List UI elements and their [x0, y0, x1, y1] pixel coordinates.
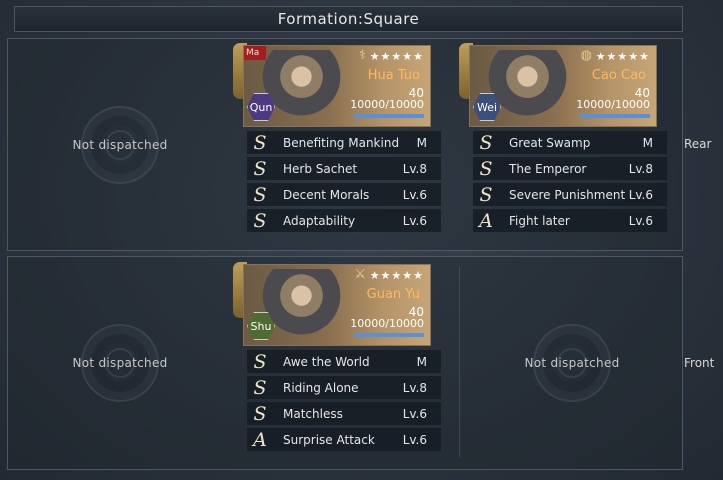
- troop-bar: [354, 114, 424, 118]
- skill-level: Lv.6: [628, 213, 653, 228]
- skill-name: Great Swamp: [509, 135, 591, 150]
- star-rating: ★★★★★: [369, 50, 424, 63]
- hero-name: Hua Tuo: [367, 68, 420, 83]
- troop-bar: [580, 114, 650, 118]
- skill-name: Adaptability: [283, 213, 356, 228]
- seal-badge: Ma: [244, 46, 266, 60]
- star-rating: ★★★★★: [595, 50, 650, 63]
- skill-level: Lv.6: [628, 187, 653, 202]
- hero-card-guan-yu[interactable]: ⚔ ★★★★★ Guan Yu 40 10000/10000 Shu S Awe …: [233, 262, 441, 462]
- skill-grade: S: [479, 131, 493, 154]
- skill-name: Decent Morals: [283, 187, 370, 202]
- rear-row-panel: Not dispatched Ma ⚕ ★★★★★ Hua Tuo 40 100…: [7, 38, 683, 251]
- skill-name: The Emperor: [509, 161, 587, 176]
- skill-grade: A: [479, 209, 493, 232]
- skill-name: Matchless: [283, 406, 343, 421]
- hero-troops: 10000/10000: [576, 98, 650, 111]
- skill-row[interactable]: S Herb Sachet Lv.8: [247, 157, 441, 180]
- skill-grade: S: [479, 157, 493, 180]
- skill-grade: S: [253, 376, 267, 399]
- skill-name: Benefiting Mankind: [283, 135, 400, 150]
- hero-portrait: ◍ ★★★★★ Cao Cao 40 10000/10000: [469, 45, 657, 127]
- hero-troops: 10000/10000: [350, 98, 424, 111]
- skill-level: Lv.6: [402, 406, 427, 421]
- star-rating: ★★★★★: [369, 269, 424, 282]
- skill-name: Fight later: [509, 213, 570, 228]
- front-row-panel: Not dispatched ⚔ ★★★★★ Guan Yu 40 10000/…: [7, 256, 683, 470]
- skill-row[interactable]: S Awe the World M: [247, 350, 441, 373]
- skill-list: S Benefiting Mankind M S Herb Sachet Lv.8 S D…: [247, 131, 441, 235]
- skill-level: Lv.8: [402, 161, 427, 176]
- skill-row[interactable]: S Benefiting Mankind M: [247, 131, 441, 154]
- skill-grade: S: [253, 402, 267, 425]
- empty-slot-front-left[interactable]: Not dispatched: [8, 257, 232, 468]
- skill-level: Lv.6: [402, 187, 427, 202]
- skill-level: Lv.8: [402, 380, 427, 395]
- empty-slot-rear-left[interactable]: Not dispatched: [8, 39, 232, 250]
- skill-list: S Awe the World M S Riding Alone Lv.8 S Match…: [247, 350, 441, 454]
- troop-bar-fill: [354, 114, 424, 118]
- skill-name: Herb Sachet: [283, 161, 358, 176]
- hero-troops: 10000/10000: [350, 317, 424, 330]
- skill-grade: S: [253, 157, 267, 180]
- hero-name: Cao Cao: [591, 68, 646, 83]
- skill-level: M: [642, 135, 653, 150]
- hero-card-cao-cao[interactable]: ◍ ★★★★★ Cao Cao 40 10000/10000 Wei S Grea…: [459, 43, 667, 243]
- troop-bar-fill: [354, 333, 424, 337]
- formation-title-bar: Formation:Square: [14, 6, 683, 32]
- empty-slot-front-right[interactable]: Not dispatched: [460, 257, 684, 468]
- skill-row[interactable]: S Severe Punishment Lv.6: [473, 183, 667, 206]
- troop-bar: [354, 333, 424, 337]
- skill-grade: S: [479, 183, 493, 206]
- caduceus-icon: ⚕: [358, 48, 366, 63]
- empty-slot-text: Not dispatched: [72, 355, 168, 370]
- rear-row-label: Rear: [684, 137, 712, 151]
- skill-row[interactable]: S Matchless Lv.6: [247, 402, 441, 425]
- empty-slot-text: Not dispatched: [72, 137, 168, 152]
- skill-grade: S: [253, 350, 267, 373]
- skill-level: Lv.8: [628, 161, 653, 176]
- front-row-label: Front: [684, 356, 715, 370]
- skill-row[interactable]: S The Emperor Lv.8: [473, 157, 667, 180]
- skill-grade: S: [253, 209, 267, 232]
- empty-slot-text: Not dispatched: [524, 355, 620, 370]
- hero-portrait: ⚔ ★★★★★ Guan Yu 40 10000/10000: [243, 264, 431, 346]
- skill-row[interactable]: S Riding Alone Lv.8: [247, 376, 441, 399]
- skill-grade: S: [253, 131, 267, 154]
- skill-level: Lv.6: [402, 213, 427, 228]
- skill-row[interactable]: A Surprise Attack Lv.6: [247, 428, 441, 451]
- skill-level: M: [416, 354, 427, 369]
- skill-row[interactable]: S Great Swamp M: [473, 131, 667, 154]
- crossed-swords-icon: ⚔: [354, 267, 366, 282]
- skill-list: S Great Swamp M S The Emperor Lv.8 S Severe P…: [473, 131, 667, 235]
- orb-icon: ◍: [580, 48, 592, 63]
- hero-card-hua-tuo[interactable]: Ma ⚕ ★★★★★ Hua Tuo 40 10000/10000 Qun SB…: [233, 43, 441, 243]
- skill-grade: S: [253, 183, 267, 206]
- skill-name: Awe the World: [283, 354, 370, 369]
- skill-row[interactable]: S Adaptability Lv.6: [247, 209, 441, 232]
- skill-level: Lv.6: [402, 432, 427, 447]
- skill-name: Surprise Attack: [283, 432, 375, 447]
- skill-name: Severe Punishment: [509, 187, 626, 202]
- skill-row[interactable]: S Decent Morals Lv.6: [247, 183, 441, 206]
- skill-grade: A: [253, 428, 267, 451]
- hero-name: Guan Yu: [366, 287, 420, 302]
- skill-row[interactable]: A Fight later Lv.6: [473, 209, 667, 232]
- skill-name: Riding Alone: [283, 380, 359, 395]
- skill-level: M: [416, 135, 427, 150]
- troop-bar-fill: [580, 114, 650, 118]
- formation-title: Formation:Square: [277, 10, 420, 28]
- hero-portrait: Ma ⚕ ★★★★★ Hua Tuo 40 10000/10000: [243, 45, 431, 127]
